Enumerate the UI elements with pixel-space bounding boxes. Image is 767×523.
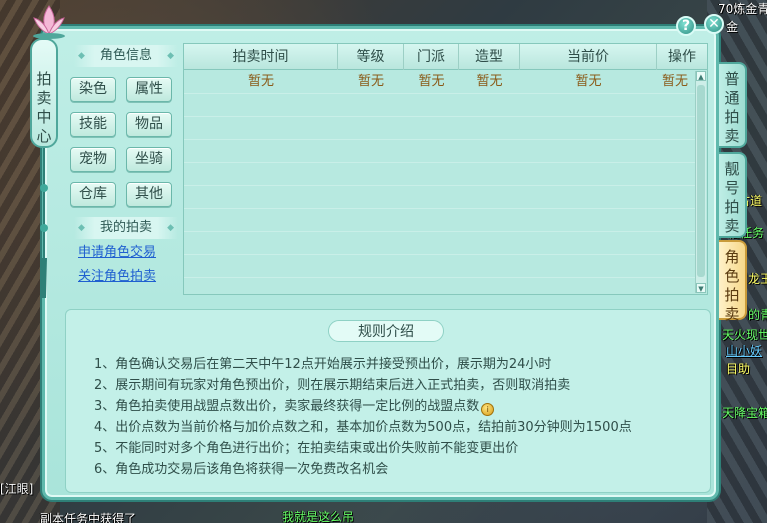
tab-char: 角 — [724, 248, 740, 266]
help-button[interactable]: ? — [676, 16, 696, 36]
table-row-empty — [184, 117, 696, 140]
column-header-time: 拍卖时间 — [184, 44, 338, 70]
cell-current-price: 暂无 — [575, 74, 602, 89]
items-button[interactable]: 物品 — [126, 112, 172, 137]
cell-school: 暂无 — [418, 74, 445, 89]
follow-role-auction-link[interactable]: 关注角色拍卖 — [78, 265, 156, 284]
tab-char: 拍 — [724, 108, 740, 126]
scene-text: 副本任务中获得了 — [40, 512, 137, 523]
tab-char: 普 — [724, 70, 740, 88]
tab-role-auction[interactable]: 角 色 拍 卖 — [719, 240, 747, 323]
table-header: 拍卖时间 等级 门派 造型 当前价 操作 — [184, 44, 707, 70]
scene-text: 目助 — [726, 362, 751, 376]
scene-text: 我就是这么吊 — [282, 510, 355, 523]
tab-char: 卖 — [724, 217, 740, 235]
scroll-up-arrow-icon[interactable]: ▲ — [696, 71, 706, 81]
table-row-empty — [184, 163, 696, 186]
title-char: 卖 — [36, 89, 52, 107]
table-row-empty — [184, 140, 696, 163]
window-title-vertical: 拍 卖 中 心 — [30, 38, 58, 148]
rule-item: 6、角色成功交易后该角色将获得一次免费改名机会 — [94, 462, 389, 477]
auction-center-window: 角色信息 染色 属性 技能 物品 宠物 坐骑 仓库 其他 我的拍卖 申请角色交易… — [42, 26, 719, 500]
scene-text: 山小妖 — [726, 344, 763, 358]
rule-item: 4、出价点数为当前价格与加价点数之和，基本加价点数为500点，结拍前30分钟则为… — [94, 420, 632, 435]
table-scrollbar[interactable]: ▲ ▼ — [695, 71, 706, 293]
rules-title: 规则介绍 — [328, 320, 444, 342]
mounts-button[interactable]: 坐骑 — [126, 147, 172, 172]
skills-button[interactable]: 技能 — [70, 112, 116, 137]
tab-premium-id-auction[interactable]: 靓 号 拍 卖 — [719, 152, 747, 238]
column-header-appearance: 造型 — [459, 44, 520, 70]
table-row-empty — [184, 255, 696, 278]
rule-item: 5、不能同时对多个角色进行出价；在拍卖结束或出价失败前不能变更出价 — [94, 441, 519, 456]
scene-text: 龙王 — [748, 272, 767, 286]
warehouse-button[interactable]: 仓库 — [70, 182, 116, 207]
cell-action: 暂无 — [661, 74, 688, 89]
column-header-action: 操作 — [668, 49, 696, 65]
tab-char: 通 — [724, 89, 740, 107]
scene-text: 金 — [726, 20, 739, 34]
rule-item-text: 3、角色拍卖使用战盟点数出价，卖家最终获得一定比例的战盟点数 — [94, 399, 480, 414]
tab-char: 拍 — [724, 198, 740, 216]
tab-char: 靓 — [724, 160, 740, 178]
scroll-down-arrow-icon[interactable]: ▼ — [696, 283, 706, 293]
column-header-school: 门派 — [404, 44, 459, 70]
scene-text: 天降宝箱 — [722, 406, 767, 420]
auction-table: 拍卖时间 等级 门派 造型 当前价 操作 暂无 暂无 暂无 暂无 暂无 暂无 ▲… — [183, 43, 708, 295]
title-char: 拍 — [36, 70, 52, 88]
tab-char: 卖 — [724, 127, 740, 145]
scene-text: [江眼] — [0, 482, 34, 496]
cell-level: 暂无 — [357, 74, 384, 89]
tassel-ornament-icon — [40, 148, 48, 298]
rule-item: 1、角色确认交易后在第二天中午12点开始展示并接受预出价，展示期为24小时 — [94, 357, 552, 372]
other-button[interactable]: 其他 — [126, 182, 172, 207]
tab-normal-auction[interactable]: 普 通 拍 卖 — [719, 62, 747, 148]
scene-text: 的青 — [748, 308, 767, 322]
rule-item: 2、展示期间有玩家对角色预出价，则在展示期结束后进入正式拍卖，否则取消拍卖 — [94, 378, 571, 393]
close-button[interactable]: ✕ — [704, 14, 724, 34]
tab-char: 拍 — [724, 286, 740, 304]
title-char: 心 — [36, 127, 52, 145]
cell-time: 暂无 — [247, 74, 274, 89]
alliance-points-icon: i — [481, 403, 495, 416]
table-row-empty — [184, 186, 696, 209]
pets-button[interactable]: 宠物 — [70, 147, 116, 172]
column-header-level: 等级 — [338, 44, 404, 70]
tab-char: 卖 — [724, 305, 740, 323]
cell-appearance: 暂无 — [476, 74, 503, 89]
table-row: 暂无 暂无 暂无 暂无 暂无 暂无 — [184, 71, 696, 94]
rules-panel: 规则介绍 1、角色确认交易后在第二天中午12点开始展示并接受预出价，展示期为24… — [65, 309, 711, 493]
left-panel: 角色信息 染色 属性 技能 物品 宠物 坐骑 仓库 其他 我的拍卖 申请角色交易… — [66, 41, 186, 296]
tab-char: 号 — [724, 179, 740, 197]
table-row-empty — [184, 209, 696, 232]
table-row-empty — [184, 232, 696, 255]
rule-item: 3、角色拍卖使用战盟点数出价，卖家最终获得一定比例的战盟点数 i — [94, 395, 495, 416]
lotus-ornament-icon — [33, 5, 65, 39]
my-auction-title: 我的拍卖 — [74, 217, 178, 239]
scene-text: 天火现世 — [722, 328, 767, 342]
column-header-current-price: 当前价 — [520, 44, 657, 70]
scene-text: 70炼金青 — [718, 2, 767, 16]
attributes-button[interactable]: 属性 — [126, 77, 172, 102]
character-info-title: 角色信息 — [74, 45, 178, 67]
tab-char: 色 — [724, 267, 740, 285]
title-char: 中 — [36, 108, 52, 126]
scroll-thumb[interactable] — [697, 85, 705, 277]
table-row-empty — [184, 94, 696, 117]
apply-role-trade-link[interactable]: 申请角色交易 — [78, 241, 156, 260]
dye-button[interactable]: 染色 — [70, 77, 116, 102]
